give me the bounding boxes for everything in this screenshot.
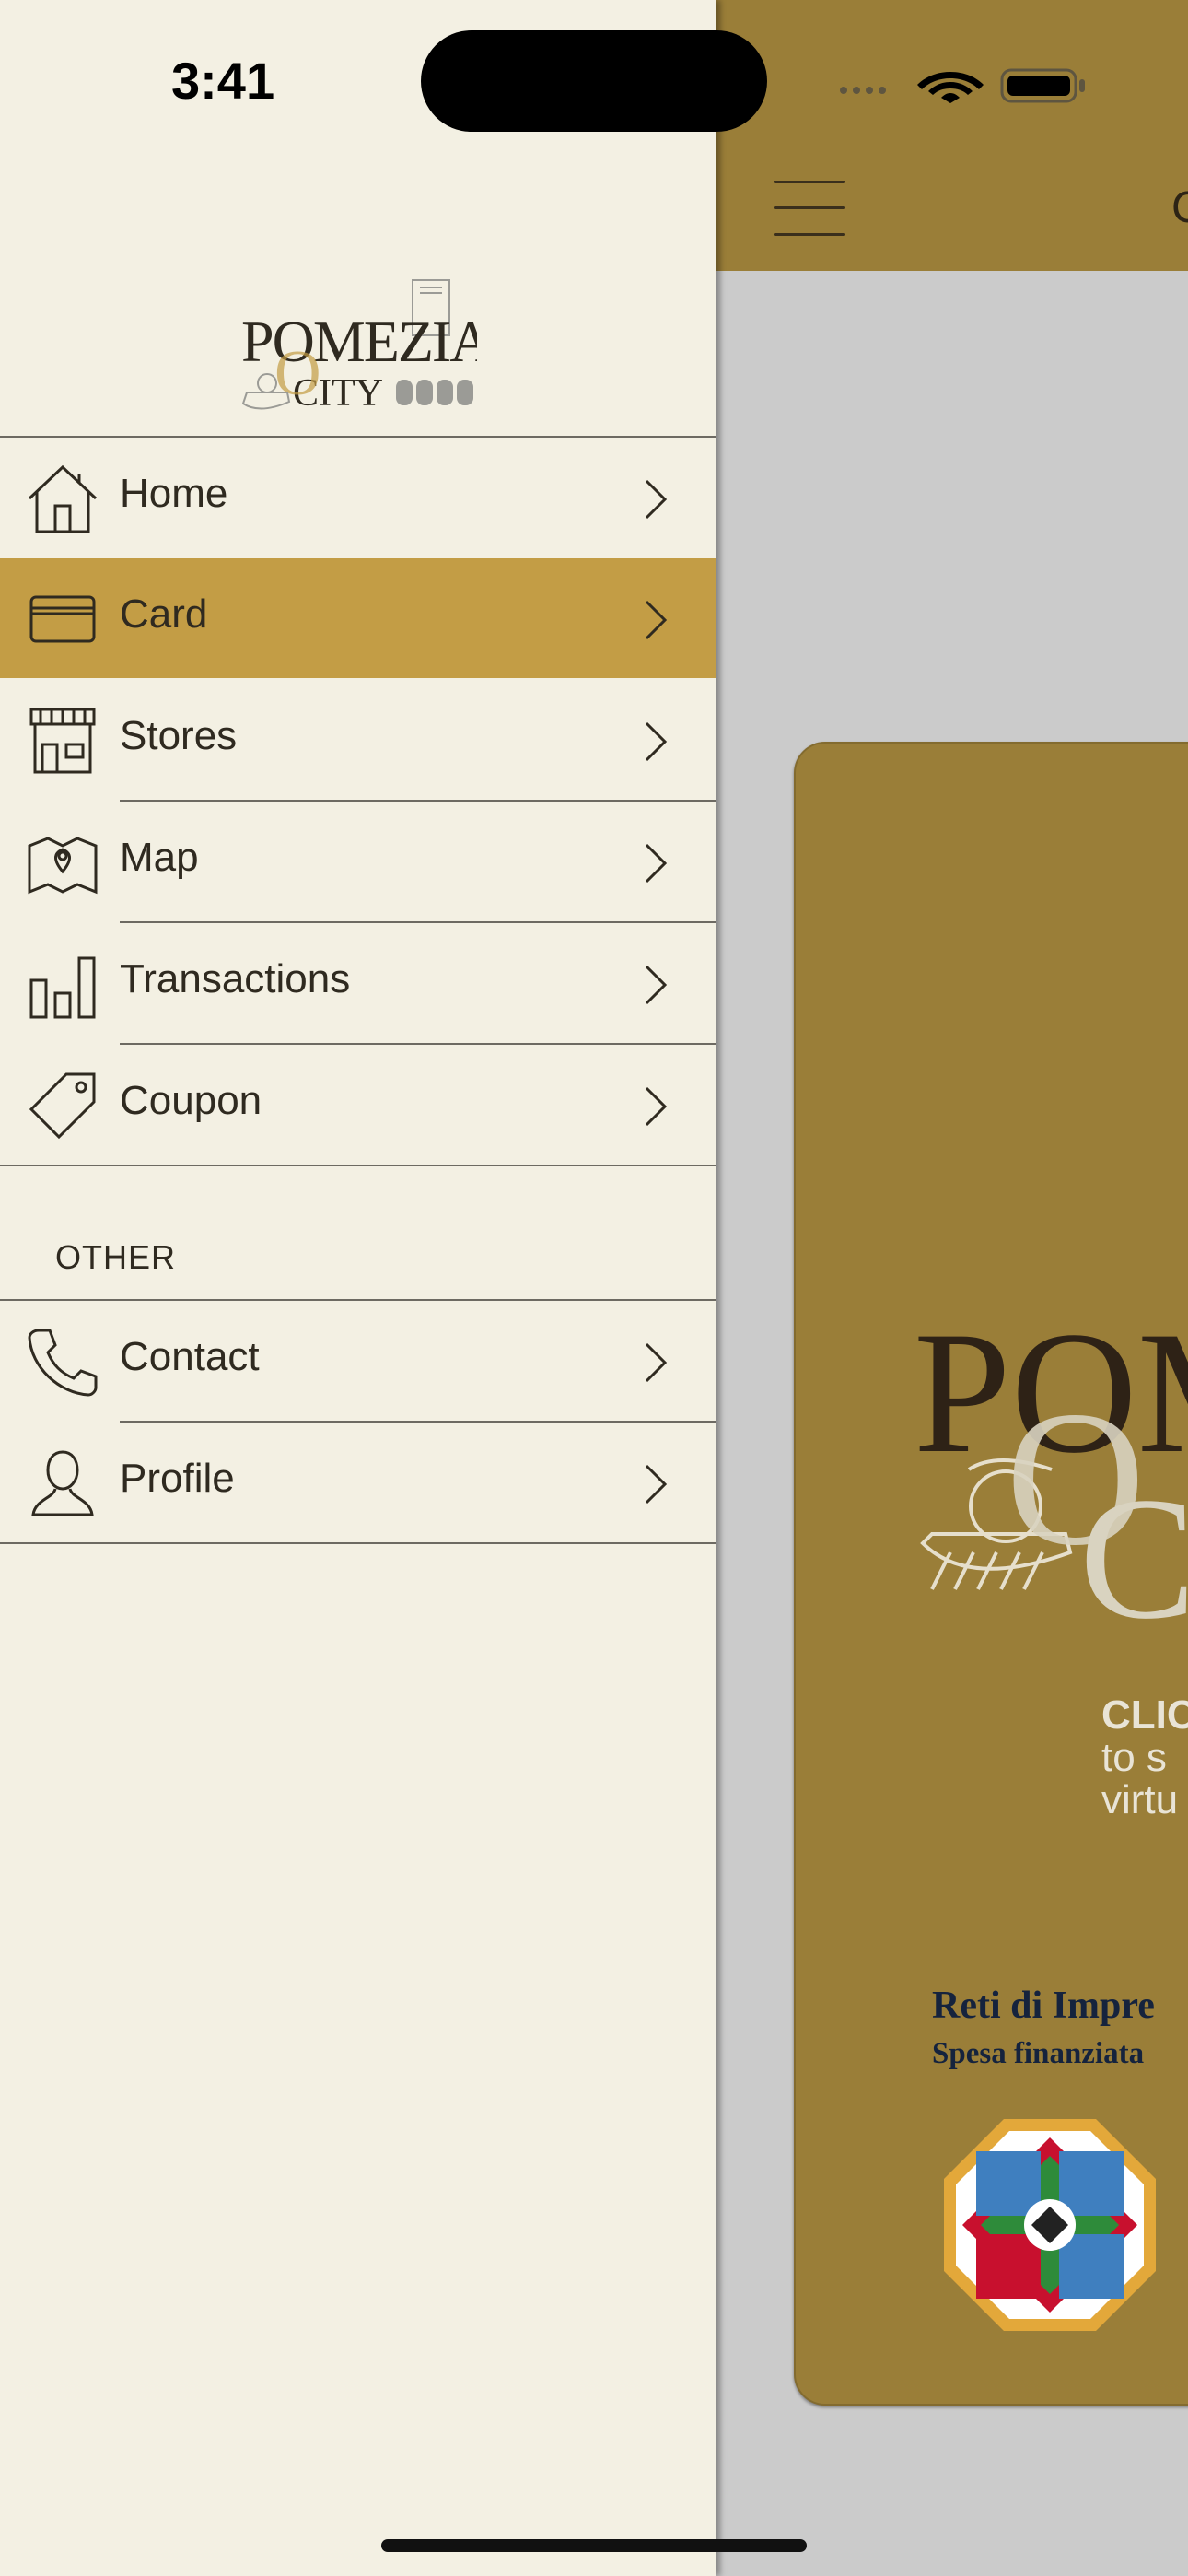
- region-emblem-icon: [944, 2119, 1156, 2331]
- header-title: C: [1171, 183, 1188, 232]
- chevron-right-icon: [645, 600, 668, 640]
- wifi-icon: [917, 72, 984, 103]
- menu-item-map[interactable]: Map: [0, 802, 716, 921]
- menu-label: Card: [120, 591, 208, 637]
- menu-label: Home: [120, 471, 228, 516]
- chevron-right-icon: [645, 721, 668, 762]
- hamburger-menu-icon[interactable]: [774, 181, 845, 236]
- home-icon: [28, 464, 98, 533]
- menu-label: Contact: [120, 1334, 260, 1379]
- app-header: C: [716, 0, 1188, 271]
- battery-icon: [1000, 68, 1085, 103]
- menu-label: Stores: [120, 713, 238, 758]
- menu-item-contact[interactable]: Contact: [0, 1301, 716, 1421]
- menu-label: Map: [120, 835, 199, 880]
- store-icon: [29, 708, 96, 774]
- chevron-right-icon: [645, 479, 668, 520]
- svg-text:O: O: [1006, 1372, 1146, 1586]
- card-logo: POM C O: [914, 1313, 1188, 1626]
- phone-icon: [28, 1329, 98, 1397]
- side-drawer: 3:41 POMEZIA CITY O Home Card Stores Map…: [0, 0, 716, 2576]
- status-icons: [840, 68, 1085, 103]
- home-indicator: [381, 2539, 807, 2552]
- menu-label: Coupon: [120, 1078, 262, 1123]
- chevron-right-icon: [645, 1464, 668, 1505]
- menu-label: Transactions: [120, 956, 351, 1001]
- menu-item-transactions[interactable]: Transactions: [0, 923, 716, 1043]
- svg-text:O: O: [274, 338, 321, 409]
- menu-item-card[interactable]: Card: [0, 558, 716, 678]
- divider: [0, 1165, 716, 1166]
- card-icon: [29, 595, 96, 643]
- menu-label: Profile: [120, 1456, 235, 1501]
- bar-chart-icon: [29, 956, 96, 1019]
- menu-item-home[interactable]: Home: [0, 438, 716, 557]
- map-icon: [28, 837, 98, 895]
- menu-item-coupon[interactable]: Coupon: [0, 1045, 716, 1165]
- dynamic-island: [421, 30, 767, 132]
- menu-item-stores[interactable]: Stores: [0, 680, 716, 800]
- cellular-signal-icon: [840, 87, 886, 94]
- status-time: 3:41: [171, 52, 275, 110]
- chevron-right-icon: [645, 843, 668, 884]
- divider: [0, 1542, 716, 1544]
- loyalty-card[interactable]: POM C O CLIC to s virtu Reti di Impre Sp…: [794, 742, 1188, 2406]
- funding-text: Reti di Impre Spesa finanziata: [932, 1985, 1155, 2070]
- tag-icon: [29, 1072, 96, 1140]
- chevron-right-icon: [645, 1086, 668, 1127]
- user-icon: [31, 1450, 94, 1516]
- section-title-other: OTHER: [55, 1238, 176, 1276]
- card-cta: CLIC to s virtu: [1101, 1692, 1188, 1822]
- chevron-right-icon: [645, 965, 668, 1005]
- pomezia-city-logo: POMEZIA CITY O: [241, 279, 477, 413]
- chevron-right-icon: [645, 1342, 668, 1383]
- menu-item-profile[interactable]: Profile: [0, 1423, 716, 1542]
- background-screen: C POM C O CLIC to s virtu Reti di Impre …: [716, 0, 1188, 2576]
